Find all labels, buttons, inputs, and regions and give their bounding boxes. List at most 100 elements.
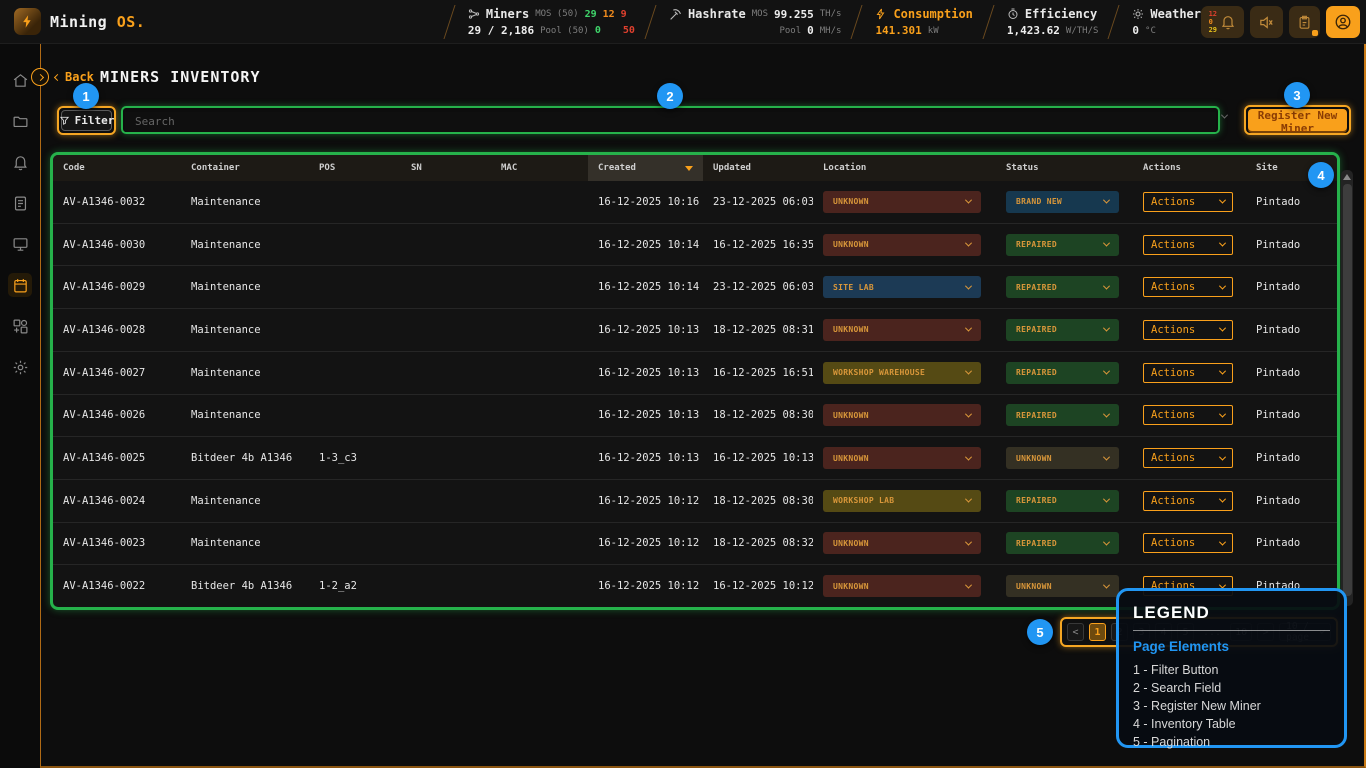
actions-dropdown[interactable]: Actions <box>1143 320 1233 340</box>
chevron-down-icon <box>1103 282 1110 289</box>
status-select[interactable]: BRAND NEW <box>1006 191 1119 213</box>
actions-dropdown[interactable]: Actions <box>1143 192 1233 212</box>
actions-dropdown[interactable]: Actions <box>1143 533 1233 553</box>
actions-dropdown[interactable]: Actions <box>1143 363 1233 383</box>
cell-code: AV-A1346-0032 <box>53 196 181 208</box>
alert-counts: 12 0 29 <box>1209 10 1217 34</box>
cell-created: 16-12-2025 10:12 <box>588 495 703 507</box>
cell-created: 16-12-2025 10:16 <box>588 196 703 208</box>
annotation-marker-1: 1 <box>73 83 99 109</box>
status-select[interactable]: REPAIRED <box>1006 532 1119 554</box>
column-header: Container <box>181 155 309 181</box>
speaker-icon <box>1258 14 1275 31</box>
bell-icon <box>1220 14 1236 30</box>
status-select[interactable]: REPAIRED <box>1006 490 1119 512</box>
status-select[interactable]: REPAIRED <box>1006 362 1119 384</box>
annotation-marker-3: 3 <box>1284 82 1310 108</box>
filter-annotation: Filter <box>57 106 116 135</box>
cell-site: Pintado <box>1246 324 1337 336</box>
notifications-button[interactable]: 12 0 29 <box>1201 6 1244 38</box>
app-logo[interactable]: Mining OS. <box>0 8 145 35</box>
cell-updated: 16-12-2025 16:35 <box>703 239 813 251</box>
pagination-page-button[interactable]: 1 <box>1089 623 1106 641</box>
location-select[interactable]: UNKNOWN <box>823 191 981 213</box>
legend-title: LEGEND <box>1133 603 1330 623</box>
column-header[interactable]: Created <box>588 155 703 181</box>
search-chevron-icon[interactable] <box>1221 112 1228 119</box>
status-select[interactable]: REPAIRED <box>1006 319 1119 341</box>
back-button[interactable]: Back <box>55 70 94 84</box>
cell-container: Maintenance <box>181 409 309 421</box>
actions-dropdown[interactable]: Actions <box>1143 277 1233 297</box>
table-row[interactable]: AV-A1346-0025 Bitdeer 4b A1346 1-3_c3 16… <box>53 436 1337 479</box>
register-new-miner-button[interactable]: Register New Miner <box>1248 109 1347 131</box>
scrollbar-thumb[interactable] <box>1343 184 1352 596</box>
filter-button[interactable]: Filter <box>61 110 112 131</box>
cell-updated: 18-12-2025 08:31 <box>703 324 813 336</box>
table-row[interactable]: AV-A1346-0029 Maintenance 16-12-2025 10:… <box>53 265 1337 308</box>
cell-code: AV-A1346-0029 <box>53 281 181 293</box>
location-select[interactable]: UNKNOWN <box>823 575 981 597</box>
chevron-down-icon <box>965 325 972 332</box>
sun-icon <box>1132 8 1144 20</box>
location-select[interactable]: SITE LAB <box>823 276 981 298</box>
actions-dropdown[interactable]: Actions <box>1143 235 1233 255</box>
location-select[interactable]: UNKNOWN <box>823 532 981 554</box>
table-row[interactable]: AV-A1346-0023 Maintenance 16-12-2025 10:… <box>53 522 1337 565</box>
table-row[interactable]: AV-A1346-0027 Maintenance 16-12-2025 10:… <box>53 351 1337 394</box>
cell-code: AV-A1346-0022 <box>53 580 181 592</box>
chevron-down-icon <box>1219 496 1226 503</box>
legend-panel: LEGEND Page Elements 1 - Filter Button2 … <box>1116 588 1347 748</box>
table-row[interactable]: AV-A1346-0026 Maintenance 16-12-2025 10:… <box>53 394 1337 437</box>
status-select[interactable]: UNKNOWN <box>1006 575 1119 597</box>
cell-created: 16-12-2025 10:12 <box>588 537 703 549</box>
sound-button[interactable] <box>1250 6 1283 38</box>
cell-pos: 1-2_a2 <box>309 580 401 592</box>
sidebar-item-settings[interactable] <box>8 355 32 379</box>
status-select[interactable]: REPAIRED <box>1006 404 1119 426</box>
sidebar-item-modules[interactable] <box>8 314 32 338</box>
table-row[interactable]: AV-A1346-0032 Maintenance 16-12-2025 10:… <box>53 181 1337 223</box>
reports-button[interactable] <box>1289 6 1320 38</box>
cell-container: Bitdeer 4b A1346 <box>181 452 309 464</box>
legend-item: 4 - Inventory Table <box>1133 715 1330 733</box>
location-select[interactable]: UNKNOWN <box>823 234 981 256</box>
actions-dropdown[interactable]: Actions <box>1143 448 1233 468</box>
account-button[interactable] <box>1326 6 1360 38</box>
cell-created: 16-12-2025 10:12 <box>588 580 703 592</box>
status-select[interactable]: REPAIRED <box>1006 234 1119 256</box>
location-select[interactable]: UNKNOWN <box>823 447 981 469</box>
table-row[interactable]: AV-A1346-0024 Maintenance 16-12-2025 10:… <box>53 479 1337 522</box>
scroll-up-icon[interactable] <box>1343 174 1351 180</box>
sidebar-item-files[interactable] <box>8 109 32 133</box>
location-select[interactable]: UNKNOWN <box>823 319 981 341</box>
miners-icon <box>468 8 480 20</box>
actions-dropdown[interactable]: Actions <box>1143 405 1233 425</box>
sidebar-item-home[interactable] <box>8 68 32 92</box>
cell-site: Pintado <box>1246 367 1337 379</box>
chevron-down-icon <box>1103 453 1110 460</box>
location-select[interactable]: WORKSHOP WAREHOUSE <box>823 362 981 384</box>
cell-created: 16-12-2025 10:13 <box>588 324 703 336</box>
table-row[interactable]: AV-A1346-0030 Maintenance 16-12-2025 10:… <box>53 223 1337 266</box>
pagination-prev-button[interactable]: < <box>1067 623 1084 641</box>
table-scrollbar[interactable] <box>1341 170 1353 606</box>
table-body: AV-A1346-0032 Maintenance 16-12-2025 10:… <box>53 181 1337 607</box>
sidebar-item-monitoring[interactable] <box>8 232 32 256</box>
cell-code: AV-A1346-0024 <box>53 495 181 507</box>
sidebar-item-alerts[interactable] <box>8 150 32 174</box>
search-input[interactable] <box>125 112 1216 132</box>
location-select[interactable]: WORKSHOP LAB <box>823 490 981 512</box>
status-select[interactable]: UNKNOWN <box>1006 447 1119 469</box>
location-select[interactable]: UNKNOWN <box>823 404 981 426</box>
status-select[interactable]: REPAIRED <box>1006 276 1119 298</box>
sidebar-item-reports[interactable] <box>8 191 32 215</box>
actions-dropdown[interactable]: Actions <box>1143 491 1233 511</box>
cell-container: Maintenance <box>181 495 309 507</box>
sidebar-expand-button[interactable] <box>31 68 49 86</box>
annotation-marker-4: 4 <box>1308 162 1334 188</box>
table-row[interactable]: AV-A1346-0028 Maintenance 16-12-2025 10:… <box>53 308 1337 351</box>
cell-updated: 16-12-2025 10:12 <box>703 580 813 592</box>
column-header: Actions <box>1133 155 1246 181</box>
sidebar-item-inventory[interactable] <box>8 273 32 297</box>
